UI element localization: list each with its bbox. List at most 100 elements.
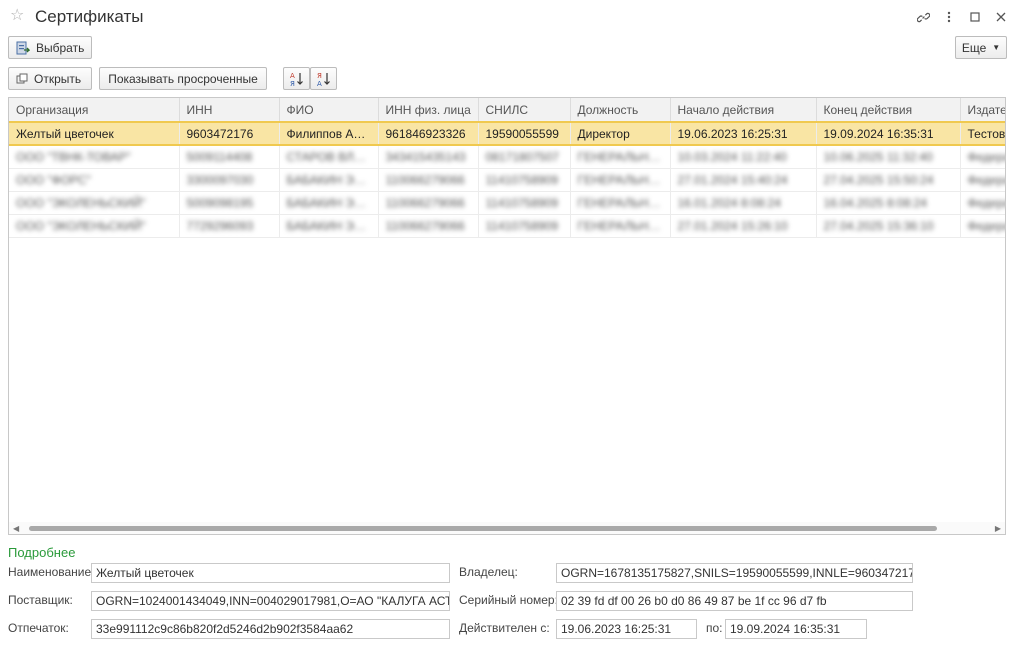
window-title: Сертификаты bbox=[35, 7, 144, 26]
table-cell: 27.01.2024 15:26:10 bbox=[670, 214, 817, 238]
table-cell: ГЕНЕРАЛЬН… bbox=[570, 191, 671, 215]
table-cell: Филиппов Ан… bbox=[279, 121, 379, 146]
table-cell: Желтый цветочек bbox=[9, 121, 180, 146]
sort-descending-icon: Я А bbox=[317, 72, 330, 87]
table-cell: 19.09.2024 16:35:31 bbox=[816, 121, 961, 146]
table-cell: 343415435143 bbox=[378, 145, 479, 169]
table-cell: ГЕНЕРАЛЬН… bbox=[570, 145, 671, 169]
table-cell: Федерал bbox=[960, 145, 1005, 169]
table-row[interactable]: ООО "ЭКОЛЕНЬСКИЙ" 5009098195 БАБАКИН ЭН…… bbox=[9, 191, 1005, 215]
table-cell: 7729296093 bbox=[179, 214, 280, 238]
column-header-valid-from[interactable]: Начало действия bbox=[670, 98, 817, 123]
valid-from-label: Действителен с: bbox=[459, 621, 550, 635]
table-cell: ГЕНЕРАЛЬН… bbox=[570, 168, 671, 192]
table-cell: 16.04.2025 8:08:24 bbox=[816, 191, 961, 215]
table-row[interactable]: ООО "ЭКОЛЕНЬСКИЙ" 7729296093 БАБАКИН ЭН…… bbox=[9, 214, 1005, 238]
more-button[interactable]: Еще ▼ bbox=[955, 36, 1007, 59]
title-bar: ☆ Сертификаты bbox=[0, 0, 1024, 34]
name-label: Наименование: bbox=[8, 565, 95, 579]
sort-ascending-icon: А Я bbox=[290, 72, 303, 87]
column-header-inn-person[interactable]: ИНН физ. лица bbox=[378, 98, 479, 123]
table-cell: 5009114408 bbox=[179, 145, 280, 169]
close-icon[interactable] bbox=[988, 7, 1014, 27]
sort-descending-button[interactable]: Я А bbox=[310, 67, 337, 90]
link-icon[interactable] bbox=[910, 7, 936, 27]
svg-text:А: А bbox=[290, 72, 295, 80]
table-cell: 16.01.2024 8:08:24 bbox=[670, 191, 817, 215]
table-row[interactable]: ООО "ТВНК-ТОВАР" 5009114408 СТАРОВ ВЛ… 3… bbox=[9, 145, 1005, 169]
supplier-field[interactable]: OGRN=1024001434049,INN=004029017981,O=АО… bbox=[91, 591, 450, 611]
table-cell: 19590055599 bbox=[478, 121, 571, 146]
table-cell: ООО "ЭКОЛЕНЬСКИЙ" bbox=[9, 214, 180, 238]
table-cell: 11410758909 bbox=[478, 191, 571, 215]
thumbprint-label: Отпечаток: bbox=[8, 621, 69, 635]
table-cell: ГЕНЕРАЛЬН… bbox=[570, 214, 671, 238]
table-cell: 27.04.2025 15:50:24 bbox=[816, 168, 961, 192]
open-icon bbox=[16, 73, 28, 83]
scrollbar-thumb[interactable] bbox=[29, 526, 937, 531]
horizontal-scrollbar[interactable]: ◀ ▶ bbox=[9, 522, 1005, 534]
owner-label: Владелец: bbox=[459, 565, 518, 579]
open-button-label: Открыть bbox=[34, 71, 82, 86]
table-cell: ООО "ФОРС" bbox=[9, 168, 180, 192]
select-button[interactable]: Выбрать bbox=[8, 36, 92, 59]
thumbprint-field[interactable]: 33e991112c9c86b820f2d5246d2b902f3584aa62 bbox=[91, 619, 450, 639]
name-field[interactable]: Желтый цветочек bbox=[91, 563, 450, 583]
table-cell: 3300097030 bbox=[179, 168, 280, 192]
table-cell: 110066279066 bbox=[378, 214, 479, 238]
scroll-right-icon[interactable]: ▶ bbox=[995, 524, 1001, 533]
table-cell: Директор bbox=[570, 121, 671, 146]
valid-to-field[interactable]: 19.09.2024 16:35:31 bbox=[725, 619, 867, 639]
column-header-issuer[interactable]: Издате bbox=[960, 98, 1005, 123]
column-header-inn[interactable]: ИНН bbox=[179, 98, 280, 123]
scroll-left-icon[interactable]: ◀ bbox=[13, 524, 19, 533]
chevron-down-icon: ▼ bbox=[992, 43, 1001, 52]
column-header-snils[interactable]: СНИЛС bbox=[478, 98, 571, 123]
select-button-label: Выбрать bbox=[36, 40, 85, 55]
serial-field[interactable]: 02 39 fd df 00 26 b0 d0 86 49 87 be 1f c… bbox=[556, 591, 913, 611]
table-row[interactable]: ООО "ФОРС" 3300097030 БАБАКИН ЭН… 110066… bbox=[9, 168, 1005, 192]
table-cell: 27.01.2024 15:40:24 bbox=[670, 168, 817, 192]
owner-field[interactable]: OGRN=1678135175827,SNILS=19590055599,INN… bbox=[556, 563, 913, 583]
more-vertical-icon[interactable] bbox=[936, 7, 962, 27]
open-button[interactable]: Открыть bbox=[8, 67, 92, 90]
maximize-icon[interactable] bbox=[962, 7, 988, 27]
details-title[interactable]: Подробнее bbox=[8, 545, 75, 560]
table-cell: 10.03.2024 11:22:40 bbox=[670, 145, 817, 169]
table-cell: БАБАКИН ЭН… bbox=[279, 214, 379, 238]
table-cell: БАБАКИН ЭН… bbox=[279, 191, 379, 215]
table-cell: 9603472176 bbox=[179, 121, 280, 146]
table-cell: 110066279066 bbox=[378, 168, 479, 192]
certificates-table: Организация ИНН ФИО ИНН физ. лица СНИЛС … bbox=[8, 97, 1006, 535]
more-button-label: Еще bbox=[961, 40, 987, 55]
table-cell: СТАРОВ ВЛ… bbox=[279, 145, 379, 169]
window-controls bbox=[910, 7, 1014, 27]
table-cell: 110066279066 bbox=[378, 191, 479, 215]
column-header-position[interactable]: Должность bbox=[570, 98, 671, 123]
column-header-organization[interactable]: Организация bbox=[9, 98, 180, 123]
select-icon bbox=[16, 41, 30, 54]
table-cell: Федерал bbox=[960, 214, 1005, 238]
table-cell: ООО "ТВНК-ТОВАР" bbox=[9, 145, 180, 169]
favorite-star-icon[interactable]: ☆ bbox=[10, 6, 24, 26]
table-cell: 08171807507 bbox=[478, 145, 571, 169]
table-cell: 5009098195 bbox=[179, 191, 280, 215]
table-cell: Федерал bbox=[960, 168, 1005, 192]
table-cell: 27.04.2025 15:36:10 bbox=[816, 214, 961, 238]
table-cell: Федерал bbox=[960, 191, 1005, 215]
table-cell: Тестовы bbox=[960, 121, 1005, 146]
column-header-valid-to[interactable]: Конец действия bbox=[816, 98, 961, 123]
table-cell: 11410758909 bbox=[478, 214, 571, 238]
show-expired-button[interactable]: Показывать просроченные bbox=[99, 67, 267, 90]
valid-from-field[interactable]: 19.06.2023 16:25:31 bbox=[556, 619, 697, 639]
sort-ascending-button[interactable]: А Я bbox=[283, 67, 310, 90]
svg-text:Я: Я bbox=[317, 72, 322, 80]
column-header-fio[interactable]: ФИО bbox=[279, 98, 379, 123]
table-row-selected[interactable]: Желтый цветочек 9603472176 Филиппов Ан… … bbox=[9, 121, 1005, 146]
table-header-row: Организация ИНН ФИО ИНН физ. лица СНИЛС … bbox=[9, 98, 1005, 123]
table-cell: 10.06.2025 11:32:40 bbox=[816, 145, 961, 169]
valid-to-label: по: bbox=[706, 621, 723, 635]
show-expired-label: Показывать просроченные bbox=[108, 71, 258, 86]
supplier-label: Поставщик: bbox=[8, 593, 73, 607]
svg-text:А: А bbox=[317, 80, 322, 87]
